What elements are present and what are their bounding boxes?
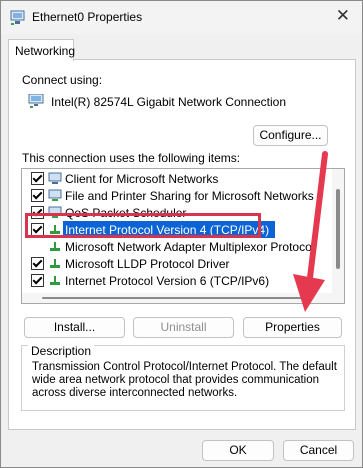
description-text: Transmission Control Protocol/Internet P… <box>32 361 342 400</box>
description-line: Transmission Control Protocol/Internet P… <box>32 361 337 373</box>
item-label: Microsoft LLDP Protocol Driver <box>65 257 230 271</box>
ok-button[interactable]: OK <box>202 440 274 461</box>
network-protocol-icon <box>50 259 60 268</box>
properties-button[interactable]: Properties <box>243 317 342 338</box>
properties-dialog: Ethernet0 Properties ✕ Networking Connec… <box>0 0 363 468</box>
install-button[interactable]: Install... <box>24 317 125 338</box>
item-label: File and Printer Sharing for Microsoft N… <box>65 189 314 203</box>
network-adapter-icon <box>10 10 25 25</box>
cancel-button[interactable]: Cancel <box>283 440 354 461</box>
items-label: This connection uses the following items… <box>22 151 241 165</box>
tab-networking-label: Networking <box>15 44 76 58</box>
close-button[interactable]: ✕ <box>336 7 350 24</box>
description-title: Description <box>28 344 95 358</box>
annotation-arrow-icon <box>293 151 328 312</box>
connect-using-label: Connect using: <box>22 73 103 87</box>
description-line: across diverse interconnected networks. <box>32 387 238 399</box>
title-bar: Ethernet0 Properties ✕ <box>1 1 362 34</box>
network-protocol-icon <box>50 242 60 251</box>
item-label: Client for Microsoft Networks <box>65 172 219 186</box>
checkbox-ipv6[interactable] <box>31 274 44 287</box>
highlight-box <box>25 213 261 238</box>
adapter-name: Intel(R) 82574L Gigabit Network Connecti… <box>51 95 287 109</box>
network-client-icon <box>48 172 62 184</box>
item-label: Internet Protocol Version 6 (TCP/IPv6) <box>65 274 270 288</box>
uninstall-button[interactable]: Uninstall <box>133 317 234 338</box>
checkbox-lldp[interactable] <box>31 257 44 270</box>
window-title: Ethernet0 Properties <box>32 10 143 24</box>
adapter-icon <box>28 94 44 108</box>
network-protocol-icon <box>50 276 60 285</box>
adapter-display: Intel(R) 82574L Gigabit Network Connecti… <box>23 87 343 113</box>
hscroll-thumb[interactable] <box>42 297 302 299</box>
item-label: Microsoft Network Adapter Multiplexor Pr… <box>65 240 315 254</box>
network-service-icon <box>48 189 62 201</box>
checkbox-client[interactable] <box>31 172 44 185</box>
configure-button[interactable]: Configure... <box>253 125 328 146</box>
description-line: wide area network protocol that provides… <box>32 374 320 386</box>
tab-networking[interactable]: Networking <box>8 39 76 61</box>
checkbox-file-sharing[interactable] <box>31 189 44 202</box>
